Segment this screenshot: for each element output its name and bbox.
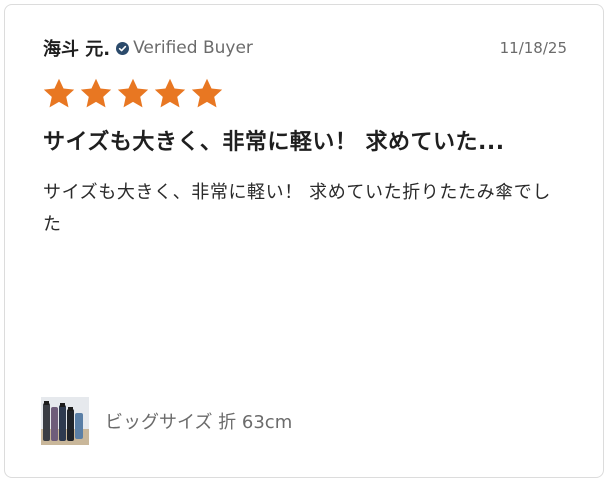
review-card: 海斗 元. Verified Buyer 11/18/25 サイズも大きく、非常… bbox=[4, 4, 604, 478]
review-header: 海斗 元. Verified Buyer 11/18/25 bbox=[43, 35, 567, 61]
star-icon bbox=[80, 78, 112, 108]
variant-label: ビッグサイズ 折 63cm bbox=[105, 412, 293, 433]
reviewer-name: 海斗 元. bbox=[43, 39, 111, 60]
verified-buyer-label: Verified Buyer bbox=[133, 38, 253, 58]
product-thumbnail[interactable] bbox=[41, 397, 89, 445]
star-icon bbox=[191, 78, 223, 108]
review-body: サイズも大きく、非常に軽い！ 求めていた折りたたみ傘でした bbox=[43, 182, 551, 235]
star-rating bbox=[42, 77, 224, 111]
review-title: サイズも大きく、非常に軽い！ 求めていた... bbox=[43, 130, 505, 155]
star-icon bbox=[154, 78, 186, 108]
product-variant: ビッグサイズ 折 63cm bbox=[41, 397, 292, 445]
star-icon bbox=[43, 78, 75, 108]
star-icon bbox=[117, 78, 149, 108]
verified-check-icon bbox=[116, 41, 130, 55]
review-date: 11/18/25 bbox=[499, 39, 567, 57]
author-group: 海斗 元. Verified Buyer bbox=[43, 35, 253, 61]
